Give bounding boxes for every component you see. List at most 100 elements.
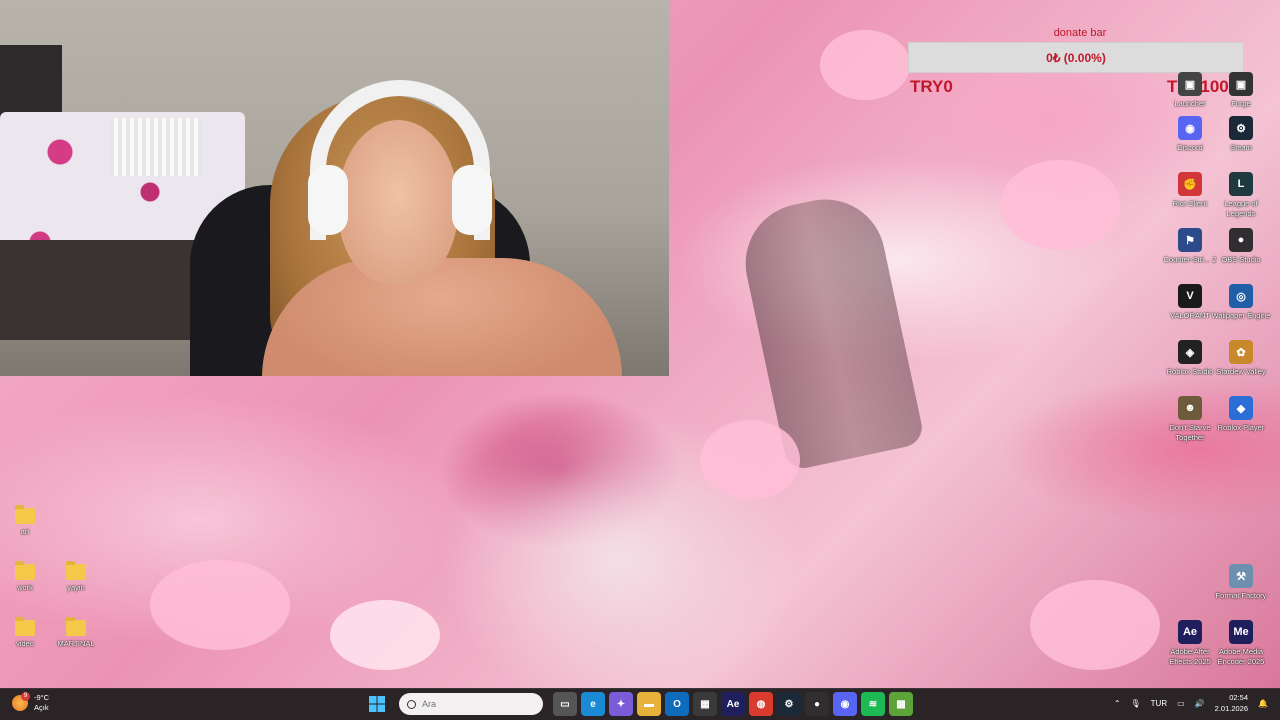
stardew-icon: ✿ [1229, 340, 1253, 364]
taskbar-search[interactable] [399, 693, 543, 715]
desktop-shortcut-forge[interactable]: ▣ Forge [1211, 72, 1271, 109]
valorant-icon: V [1178, 284, 1202, 308]
media-encoder-icon: Me [1229, 620, 1253, 644]
wallpaper-blossom [1030, 580, 1160, 670]
windows-logo-icon [369, 696, 385, 712]
folder-yayin[interactable]: yayin [46, 561, 106, 593]
weather-widget[interactable]: 9 -9°C Açık [12, 692, 49, 713]
desktop-icon-label: video [16, 639, 34, 648]
desktop-icon-label: League of Legends [1224, 199, 1258, 218]
desktop-shortcut-wallpaper-engine[interactable]: ◎ Wallpaper Engine [1211, 284, 1271, 321]
format-factory-icon: ⚒ [1229, 564, 1253, 588]
show-hidden-icons-chevron-icon[interactable]: ⌃ [1114, 699, 1121, 708]
search-input[interactable] [422, 699, 518, 709]
weather-description: Açık [34, 703, 49, 712]
edge-icon[interactable]: e [581, 692, 605, 716]
roblox-studio-icon: ◈ [1178, 340, 1202, 364]
desktop-shortcut-stardew[interactable]: ✿ Stardew Valley [1211, 340, 1271, 377]
desktop-icon-label: Roblox Studio [1166, 367, 1214, 376]
desktop-icon-label: VALORANT [1170, 311, 1210, 320]
league-icon: L [1229, 172, 1253, 196]
start-button[interactable] [365, 692, 389, 716]
dont-starve-icon: ☻ [1178, 396, 1202, 420]
after-effects-taskbar-icon[interactable]: Ae [721, 692, 745, 716]
steam-icon: ⚙ [1229, 116, 1253, 140]
wallpaper-blossom [1000, 160, 1120, 250]
file-explorer-icon[interactable]: ▬ [637, 692, 661, 716]
desktop-shortcut-roblox-player[interactable]: ◆ Roblox Player [1211, 396, 1271, 433]
microphone-icon[interactable]: 🎙 [1131, 699, 1141, 708]
copilot-icon[interactable]: ✦ [609, 692, 633, 716]
language-indicator[interactable]: TUR [1151, 699, 1167, 708]
folder-icon [15, 561, 35, 580]
forge-icon: ▣ [1229, 72, 1253, 96]
task-view-icon[interactable]: ▭ [553, 692, 577, 716]
taskbar: 9 -9°C Açık ▭e✦▬O▦Ae◍⚙●◉≋▩ ⌃ 🎙 TUR ▭ 🔊 0… [0, 688, 1280, 720]
folder-icon [15, 505, 35, 524]
webcam-overlay [0, 0, 669, 376]
weather-badge: 9 [21, 692, 30, 701]
desktop-icon-label: Format Factory [1215, 591, 1267, 600]
obs-taskbar-icon[interactable]: ● [805, 692, 829, 716]
desktop-shortcut-format-factory[interactable]: ⚒ Format Factory [1211, 564, 1271, 601]
desktop-shortcut-league[interactable]: L League of Legends [1211, 172, 1271, 219]
wallpaper-blossom [330, 600, 440, 670]
notification-bell-icon[interactable]: 🔔 [1258, 699, 1268, 708]
chrome-icon[interactable]: ◍ [749, 692, 773, 716]
network-icon[interactable]: ▭ [1177, 699, 1185, 708]
headphone-earcup-left [308, 165, 348, 235]
wallpaper-blossom [150, 560, 290, 650]
counter-strike-icon: ⚑ [1178, 228, 1202, 252]
minecraft-icon[interactable]: ▩ [889, 692, 913, 716]
folder-icon [66, 561, 86, 580]
store-icon[interactable]: ▦ [693, 692, 717, 716]
discord-taskbar-icon[interactable]: ◉ [833, 692, 857, 716]
desktop-icon-label: Roblox Player [1217, 423, 1265, 432]
desktop-icon-label: Wallpaper Engine [1211, 311, 1271, 320]
weather-sun-icon: 9 [12, 692, 30, 711]
wallpaper-blossom [700, 420, 800, 500]
desktop-icon-label: Launcher [1174, 99, 1206, 108]
taskbar-apps: ▭e✦▬O▦Ae◍⚙●◉≋▩ [365, 692, 913, 716]
desktop-icon-label: Steam [1230, 143, 1252, 152]
launcher-icon: ▣ [1178, 72, 1202, 96]
folder-icon [15, 617, 35, 636]
folder-marjinal[interactable]: MARJINAL [46, 617, 106, 649]
roblox-player-icon: ◆ [1229, 396, 1253, 420]
desktop-icon-label: Counter-Stri... 2 [1163, 255, 1217, 264]
donate-bar-title: donate bar [1053, 27, 1107, 39]
spotify-icon[interactable]: ≋ [861, 692, 885, 716]
wallpaper-engine-icon: ◎ [1229, 284, 1253, 308]
headphone-earcup-right [452, 165, 492, 235]
desktop-shortcut-media-encoder[interactable]: Me Adobe Media Encoder 2025 [1211, 620, 1271, 667]
desktop-icon-label: art [20, 527, 30, 536]
desktop-shortcut-obs[interactable]: ● OBS Studio [1211, 228, 1271, 265]
folder-art[interactable]: art [0, 505, 55, 537]
search-icon [407, 699, 416, 709]
webcam-radiator [110, 118, 202, 176]
desktop-icon-label: Adobe Media Encoder 2025 [1217, 647, 1265, 666]
wallpaper-blossom [820, 30, 910, 100]
clock[interactable]: 02:54 2.01.2026 [1215, 692, 1248, 714]
desktop-shortcut-steam[interactable]: ⚙ Steam [1211, 116, 1271, 153]
desktop-icon-label: yayin [67, 583, 85, 592]
steam-taskbar-icon[interactable]: ⚙ [777, 692, 801, 716]
outlook-icon[interactable]: O [665, 692, 689, 716]
desktop-icon-label: MARJINAL [57, 639, 95, 648]
donate-progress-bar: 0₺ (0.00%) [908, 42, 1244, 73]
desktop-icon-label: OBS Studio [1221, 255, 1261, 264]
system-tray: ⌃ 🎙 TUR ▭ 🔊 02:54 2.01.2026 🔔 [1114, 692, 1268, 714]
after-effects-icon: Ae [1178, 620, 1202, 644]
donate-min-label: TRY0 [910, 77, 953, 96]
clock-date: 2.01.2026 [1214, 704, 1249, 713]
clock-time: 02:54 [1229, 693, 1249, 702]
webcam-bed-base [0, 240, 210, 340]
folder-icon [66, 617, 86, 636]
discord-icon: ◉ [1178, 116, 1202, 140]
obs-icon: ● [1229, 228, 1253, 252]
donate-progress-value: 0₺ (0.00%) [1046, 50, 1106, 65]
riot-client-icon: ✊ [1178, 172, 1202, 196]
desktop-icon-label: work [17, 583, 33, 592]
desktop-icon-label: Riot Client [1172, 199, 1208, 208]
volume-icon[interactable]: 🔊 [1195, 699, 1205, 708]
